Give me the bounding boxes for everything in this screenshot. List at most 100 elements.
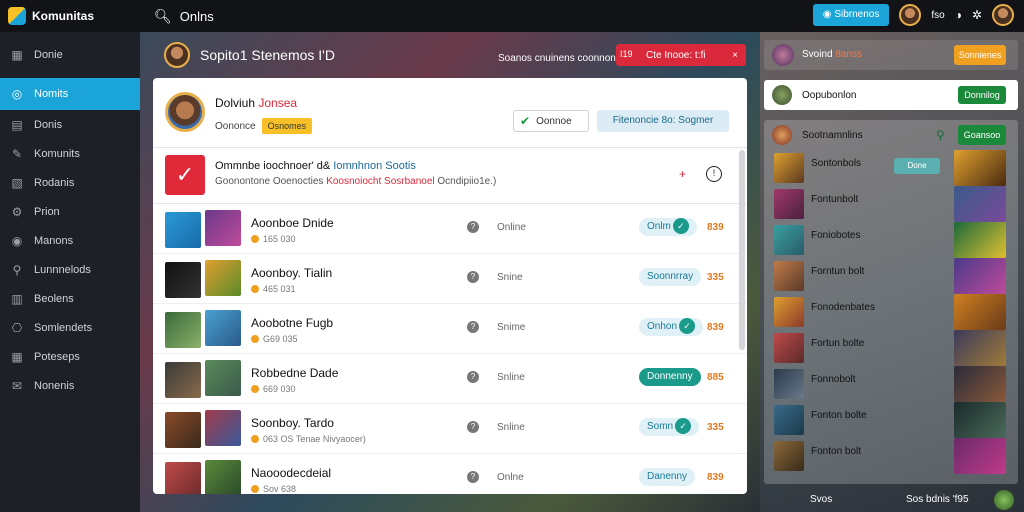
sidebar-item-lunnnelods[interactable]: ⚲ Lunnnelods	[0, 256, 140, 284]
sidebar-item-donie[interactable]: ▦ Donie	[0, 41, 140, 69]
sidebar-item-nonenis[interactable]: ✉ Nonenis	[0, 372, 140, 400]
row-meta: G69 035	[251, 334, 298, 344]
right-top-text-main: Svoind	[802, 49, 836, 60]
list-item[interactable]: Fonnobolt	[764, 366, 1018, 402]
confirm-button[interactable]: ✔ Oonnoe	[513, 110, 589, 132]
row-meta: 465 031	[251, 284, 296, 294]
status-badge[interactable]: Onlm ✓	[639, 218, 697, 236]
item-title: Sontonbols	[811, 158, 862, 169]
status-badge[interactable]: Soonnrray	[639, 268, 702, 286]
table-row[interactable]: Soonboy. Tardo 063 OS Tenae Nivyaocer)? Sn…	[153, 404, 747, 454]
profile-name: Dolviuh Jonsea	[215, 96, 297, 110]
sidebar-item-prion[interactable]: ⚙ Prion	[0, 198, 140, 226]
scrollbar[interactable]	[739, 150, 745, 350]
close-icon[interactable]: ×	[732, 50, 738, 61]
sidebar-item-komunits[interactable]: ✎ Komunits	[0, 140, 140, 168]
search-icon[interactable]: ⚲	[936, 128, 945, 142]
table-row[interactable]: Aoonboy. Tialin 465 031? Snine Soonnrray 335	[153, 254, 747, 304]
sidebar-item-nomits[interactable]: ◎ Nomits	[0, 78, 140, 110]
item-thumbnail	[774, 441, 804, 471]
sidebar-item-label: Prion	[34, 206, 60, 218]
user-avatar[interactable]	[899, 4, 922, 26]
right-white-button[interactable]: Donnilog	[958, 86, 1006, 104]
row-title[interactable]: Naooodecdeial	[251, 466, 331, 480]
sidebar-item-beolens[interactable]: ▥ Beolens	[0, 285, 140, 313]
game-thumbnail	[165, 362, 201, 398]
item-art	[954, 186, 1006, 222]
help-icon[interactable]: ?	[467, 471, 479, 483]
item-title: Fortun bolte	[811, 338, 865, 349]
list-item[interactable]: Fontunbolt	[764, 186, 1018, 222]
table-row[interactable]: Robbedne Dade 669 030? Snline Donnenny 885	[153, 354, 747, 404]
table-row[interactable]: Aoobotne Fugb G69 035? Snime Onhon ✓ 839	[153, 304, 747, 354]
primary-button[interactable]: ◉ Sibrnenos	[812, 4, 890, 26]
right-list-button[interactable]: Goansoo	[958, 125, 1006, 145]
help-icon[interactable]: ?	[467, 271, 479, 283]
sidebar-item-somlendets[interactable]: ⎔ Somlendets	[0, 314, 140, 342]
table-row[interactable]: Aoonboe Dnide 165 030? Online Onlm ✓ 839	[153, 204, 747, 254]
right-footer-text: Svos	[810, 494, 833, 505]
help-icon[interactable]: ?	[467, 421, 479, 433]
sidebar-item-manons[interactable]: ◉ Manons	[0, 227, 140, 255]
row-title[interactable]: Aoonboe Dnide	[251, 216, 334, 230]
status-badge[interactable]: Donnenny	[639, 368, 701, 386]
right-top-avatar[interactable]	[772, 44, 794, 66]
confirm-button-label: Oonnoe	[536, 115, 572, 127]
profile-avatar-large[interactable]	[165, 92, 205, 132]
status-badge[interactable]: Onhon ✓	[639, 318, 704, 336]
row-number: 335	[707, 422, 724, 433]
footer-avatar[interactable]	[994, 490, 1014, 510]
row-title[interactable]: Aoonboy. Tialin	[251, 266, 332, 280]
row-meta: 669 030	[251, 384, 296, 394]
sidebar-item-donis[interactable]: ▤ Donis	[0, 111, 140, 139]
list-item[interactable]: Forntun bolt	[764, 258, 1018, 294]
help-icon[interactable]: ◑	[955, 8, 962, 22]
filter-button[interactable]: Fitenoncie 8o: Sogmer	[597, 110, 729, 132]
pencil-icon: ✎	[11, 147, 23, 161]
item-thumbnail	[774, 189, 804, 219]
app-logo[interactable]: Komunitas	[0, 7, 140, 25]
right-top-button[interactable]: Sonnienes	[954, 45, 1006, 65]
right-list-items: Sontonbols Done Fontunbolt Foniobotes Forntu…	[764, 150, 1018, 474]
item-tag[interactable]: Done	[894, 158, 940, 174]
list-item[interactable]: Fonodenbates	[764, 294, 1018, 330]
right-list-avatar[interactable]	[772, 125, 792, 145]
settings-icon[interactable]: ✲	[972, 8, 982, 22]
row-title[interactable]: Robbedne Dade	[251, 366, 338, 380]
sidebar-item-rodanis[interactable]: ▧ Rodanis	[0, 169, 140, 197]
row-number: 839	[707, 222, 724, 233]
row-meta: 165 030	[251, 234, 296, 244]
item-art	[954, 222, 1006, 258]
help-icon[interactable]: ?	[467, 321, 479, 333]
item-art	[954, 402, 1006, 438]
table-row[interactable]: Naooodecdeial Sov 638? Onlne Danenny 839	[153, 454, 747, 494]
list-item[interactable]: Sontonbols Done	[764, 150, 1018, 186]
right-list-header: Sootnamnlins ⚲ Goansoo	[764, 120, 1018, 150]
help-icon[interactable]: ?	[467, 371, 479, 383]
alert-banner[interactable]: I19 Cte Inooe: t:fi ×	[616, 44, 746, 66]
row-title[interactable]: Aoobotne Fugb	[251, 316, 333, 330]
list-item[interactable]: Fonton bolte	[764, 402, 1018, 438]
profile-avatar[interactable]	[992, 4, 1014, 26]
check-icon: ✔	[520, 114, 531, 128]
status-badge[interactable]: Somn ✓	[639, 418, 700, 436]
status-badge[interactable]: Danenny	[639, 468, 696, 486]
game-thumbnail	[165, 462, 201, 494]
help-icon[interactable]: ?	[467, 221, 479, 233]
clock-icon[interactable]: !	[706, 166, 722, 182]
game-list: Aoonboe Dnide 165 030? Online Onlm ✓ 839 Aoonb…	[153, 204, 747, 494]
sidebar-item-poteseps[interactable]: ▦ Poteseps	[0, 343, 140, 371]
right-white-avatar[interactable]	[772, 85, 792, 105]
row-status: Online	[497, 222, 526, 233]
list-item[interactable]: Fonton bolt	[764, 438, 1018, 474]
row-meta: Sov 638	[251, 484, 296, 494]
list-item[interactable]: Fortun bolte	[764, 330, 1018, 366]
row-status: Snline	[497, 372, 525, 383]
check-icon: ✓	[672, 218, 689, 235]
plus-icon[interactable]: +	[679, 167, 686, 181]
list-item[interactable]: Foniobotes	[764, 222, 1018, 258]
community-avatar[interactable]	[164, 42, 190, 68]
row-title[interactable]: Soonboy. Tardo	[251, 416, 334, 430]
top-search[interactable]: 🔍︎ Onlns	[154, 8, 214, 25]
profile-badge[interactable]: Osnomes	[261, 118, 313, 134]
